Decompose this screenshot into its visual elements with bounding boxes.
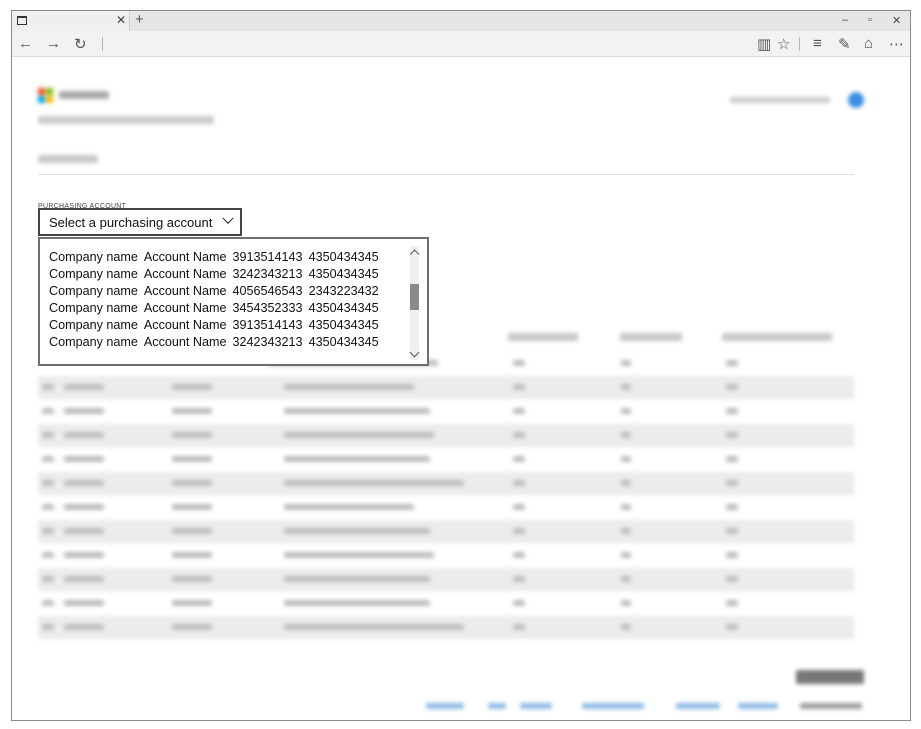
- minimize-button[interactable]: –: [842, 14, 848, 26]
- brand-placeholder: [59, 91, 109, 99]
- book-icon[interactable]: ▥: [757, 35, 771, 53]
- header-divider: [38, 174, 854, 175]
- refresh-icon[interactable]: ↻: [74, 35, 87, 53]
- purchasing-account-dropdown[interactable]: Company name Account Name 3913514143 435043…: [38, 237, 429, 366]
- user-email-placeholder: [730, 97, 830, 103]
- forward-arrow-icon[interactable]: →: [46, 35, 61, 52]
- footer-link[interactable]: [488, 703, 506, 709]
- chevron-up-icon[interactable]: [409, 249, 420, 260]
- more-icon[interactable]: ⋯: [889, 35, 904, 53]
- option-account: Account Name: [143, 301, 227, 315]
- option-account: Account Name: [143, 318, 227, 332]
- microsoft-logo-icon: [38, 88, 54, 104]
- dropdown-option[interactable]: Company name Account Name 3913514143 435043…: [49, 250, 385, 267]
- breadcrumb[interactable]: [38, 155, 98, 163]
- chevron-down-icon: [222, 212, 234, 224]
- dropdown-option[interactable]: Company name Account Name 3913514143 435043…: [49, 318, 385, 335]
- option-account: Account Name: [143, 267, 227, 281]
- table-row[interactable]: [38, 544, 854, 567]
- address-divider: [102, 37, 103, 51]
- option-number-2: 4350434345: [308, 335, 379, 349]
- dropdown-option[interactable]: Company name Account Name 4056546543 234322…: [49, 284, 385, 301]
- table-row[interactable]: [38, 616, 854, 639]
- restore-button[interactable]: ▫: [868, 14, 872, 26]
- close-button[interactable]: ✕: [892, 14, 901, 27]
- footer-link[interactable]: [426, 703, 464, 709]
- hub-icon[interactable]: ≡: [813, 35, 822, 52]
- table-row[interactable]: [38, 496, 854, 519]
- option-company: Company name: [49, 301, 138, 315]
- table-row[interactable]: [38, 592, 854, 615]
- option-account: Account Name: [143, 250, 227, 264]
- footer-logo: [796, 670, 864, 684]
- chevron-down-icon[interactable]: [409, 347, 420, 358]
- table-row[interactable]: [38, 520, 854, 543]
- table-row[interactable]: [38, 568, 854, 591]
- pen-icon[interactable]: ✎: [838, 35, 851, 53]
- option-number-2: 2343223432: [308, 284, 379, 298]
- table-row[interactable]: [38, 376, 854, 399]
- option-company: Company name: [49, 267, 138, 281]
- option-company: Company name: [49, 318, 138, 332]
- option-number-1: 3242343213: [232, 335, 303, 349]
- footer-link[interactable]: [676, 703, 720, 709]
- page-content: PURCHASING ACCOUNT Select a purchasing a…: [12, 58, 910, 720]
- footer-copyright: [800, 703, 862, 709]
- option-company: Company name: [49, 250, 138, 264]
- navigation-bar: ← → ↻ ▥ ☆ ≡ ✎ ⌂ ⋯: [12, 31, 910, 57]
- option-company: Company name: [49, 335, 138, 349]
- option-number-1: 4056546543: [232, 284, 303, 298]
- option-number-2: 4350434345: [308, 301, 379, 315]
- option-number-2: 4350434345: [308, 267, 379, 281]
- table-row[interactable]: [38, 448, 854, 471]
- option-account: Account Name: [143, 284, 227, 298]
- option-number-2: 4350434345: [308, 250, 379, 264]
- avatar[interactable]: [848, 92, 864, 108]
- footer-link[interactable]: [582, 703, 644, 709]
- page-icon: [17, 16, 27, 25]
- dropdown-option[interactable]: Company name Account Name 3454352333 435043…: [49, 301, 385, 318]
- toolbar-divider: [799, 37, 800, 51]
- close-icon[interactable]: ✕: [116, 13, 126, 27]
- option-account: Account Name: [143, 335, 227, 349]
- option-number-2: 4350434345: [308, 318, 379, 332]
- dropdown-scrollbar[interactable]: [409, 246, 420, 360]
- select-placeholder-text: Select a purchasing account: [49, 215, 213, 230]
- option-company: Company name: [49, 284, 138, 298]
- footer-link[interactable]: [520, 703, 552, 709]
- plus-icon[interactable]: +: [135, 11, 144, 28]
- title-bar: ✕ + – ▫ ✕: [12, 11, 910, 31]
- table-row[interactable]: [38, 472, 854, 495]
- table-row[interactable]: [38, 400, 854, 423]
- purchasing-account-select[interactable]: Select a purchasing account: [38, 208, 242, 236]
- option-number-1: 3454352333: [232, 301, 303, 315]
- dropdown-option[interactable]: Company name Account Name 3242343213 435043…: [49, 335, 385, 352]
- share-icon[interactable]: ⌂: [864, 35, 873, 52]
- option-number-1: 3913514143: [232, 318, 303, 332]
- browser-tab[interactable]: ✕: [12, 11, 130, 31]
- option-number-1: 3242343213: [232, 267, 303, 281]
- dropdown-option[interactable]: Company name Account Name 3242343213 435043…: [49, 267, 385, 284]
- star-icon[interactable]: ☆: [777, 35, 790, 53]
- table-row[interactable]: [38, 424, 854, 447]
- browser-window: ✕ + – ▫ ✕ ← → ↻ ▥ ☆ ≡ ✎ ⌂ ⋯ PURCHASING A…: [11, 10, 911, 721]
- scrollbar-thumb[interactable]: [410, 284, 419, 310]
- subtitle-placeholder: [38, 116, 214, 124]
- option-number-1: 3913514143: [232, 250, 303, 264]
- footer-link[interactable]: [738, 703, 778, 709]
- back-arrow-icon[interactable]: ←: [18, 35, 33, 52]
